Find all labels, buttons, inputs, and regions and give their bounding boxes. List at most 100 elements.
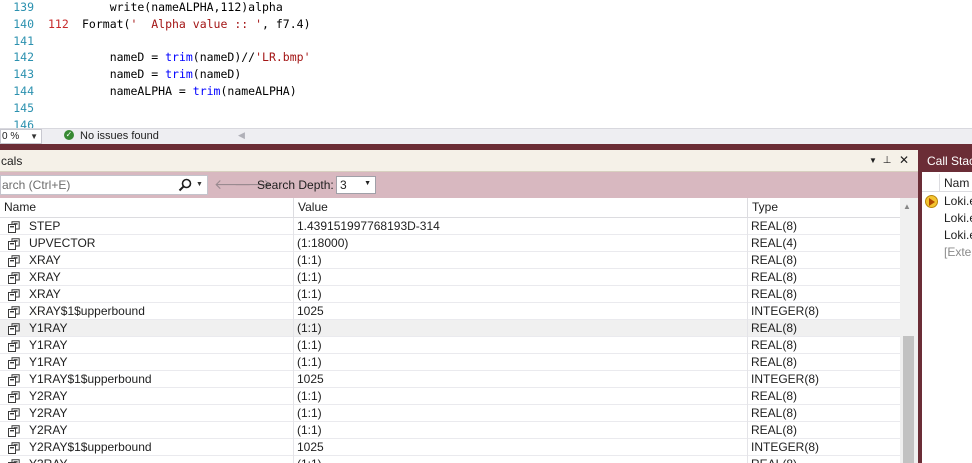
variable-value[interactable]: 1025 (297, 303, 745, 320)
local-variable-row[interactable]: Y1RAY$1$upperbound 1025 INTEGER(8) (0, 371, 900, 388)
variable-value[interactable]: 1025 (297, 371, 745, 388)
variable-value[interactable]: (1:1) (297, 422, 745, 439)
variable-value[interactable]: (1:1) (297, 252, 745, 269)
variable-name-cell[interactable]: Y2RAY$1$upperbound (0, 439, 293, 456)
variable-name-cell[interactable]: XRAY$1$upperbound (0, 303, 293, 320)
zoom-level-dropdown[interactable]: 0 % ▼ (0, 129, 42, 144)
variable-name-cell[interactable]: Y1RAY (0, 320, 293, 337)
variable-type: INTEGER(8) (751, 440, 820, 454)
variable-value[interactable]: 1.439151997768193D-314 (297, 218, 745, 235)
variable-value[interactable]: (1:1) (297, 320, 745, 337)
call-stack-frame[interactable]: Loki.e (922, 210, 972, 227)
line-number: 140 (13, 16, 34, 31)
code-text: nameD = trim(nameD)//'LR.bmp' (82, 49, 311, 65)
code-line[interactable]: 145 (0, 100, 972, 116)
code-keyword: trim (192, 84, 221, 98)
code-line[interactable]: 139 write(nameALPHA,112)alpha (0, 0, 972, 15)
line-number: 146 (13, 117, 34, 128)
code-keyword: trim (165, 50, 193, 65)
local-variable-row[interactable]: Y1RAY (1:1) REAL(8) (0, 320, 900, 337)
variable-value[interactable]: (1:1) (297, 337, 745, 354)
local-variable-row[interactable]: Y2RAY (1:1) REAL(8) (0, 388, 900, 405)
local-variable-row[interactable]: Y1RAY (1:1) REAL(8) (0, 354, 900, 371)
variable-value[interactable]: (1:18000) (297, 235, 745, 252)
variable-value[interactable]: (1:1) (297, 354, 745, 371)
local-variable-row[interactable]: Y2RAY (1:1) REAL(8) (0, 422, 900, 439)
variable-name-cell[interactable]: Y1RAY$1$upperbound (0, 371, 293, 388)
variable-name-cell[interactable]: Y2RAY (0, 388, 293, 405)
local-variable-row[interactable]: Y2RAY$1$upperbound 1025 INTEGER(8) (0, 439, 900, 456)
call-stack-frame[interactable]: Loki.e (922, 227, 972, 244)
code-line[interactable]: 144 nameALPHA = trim(nameALPHA) (0, 83, 972, 99)
variable-name-cell[interactable]: STEP (0, 218, 293, 235)
variable-name-cell[interactable]: XRAY (0, 286, 293, 303)
local-variable-row[interactable]: STEP 1.439151997768193D-314 REAL(8) (0, 218, 900, 235)
column-header-name[interactable]: Nam (944, 176, 969, 190)
code-token: Format( (82, 16, 131, 31)
variable-name-cell[interactable]: Y1RAY (0, 354, 293, 371)
local-variable-row[interactable]: XRAY (1:1) REAL(8) (0, 286, 900, 303)
variable-type: REAL(8) (751, 338, 798, 352)
window-options-icon[interactable]: ▼ (866, 153, 880, 168)
search-field[interactable]: ▼ (0, 175, 208, 195)
variable-name-cell[interactable]: Y1RAY (0, 337, 293, 354)
code-line[interactable]: 143 nameD = trim(nameD) (0, 66, 972, 82)
line-number: 143 (13, 67, 34, 82)
code-line[interactable]: 146 (0, 117, 972, 128)
vertical-scrollbar[interactable]: ▲ (900, 198, 918, 463)
variable-name-cell[interactable]: Y3RAY (0, 456, 293, 463)
code-editor[interactable]: 139 write(nameALPHA,112)alpha 140 112 Forma… (0, 0, 972, 128)
code-string: 'LR.bmp' (255, 50, 311, 65)
code-line[interactable]: 142 nameD = trim(nameD)//'LR.bmp' (0, 49, 972, 65)
variable-value[interactable]: 1025 (297, 439, 745, 456)
variable-value[interactable]: (1:1) (297, 456, 745, 463)
column-header-value[interactable]: Value (294, 198, 748, 218)
code-token: (nameD)// (192, 50, 256, 65)
column-separator (293, 439, 294, 456)
variable-name-cell[interactable]: XRAY (0, 252, 293, 269)
scroll-up-icon[interactable]: ▲ (903, 202, 911, 211)
call-stack-frame[interactable]: Loki.e (922, 193, 972, 210)
column-separator (747, 405, 748, 422)
local-variable-row[interactable]: Y3RAY (1:1) REAL(8) (0, 456, 900, 463)
variable-value[interactable]: (1:1) (297, 388, 745, 405)
variable-field-icon (8, 408, 20, 420)
local-variable-row[interactable]: XRAY$1$upperbound 1025 INTEGER(8) (0, 303, 900, 320)
column-header-type[interactable]: Type (748, 198, 900, 218)
call-stack-frame[interactable]: [Exter (922, 244, 972, 261)
issues-label: No issues found (80, 130, 159, 142)
code-token: nameALPHA = (82, 84, 193, 98)
search-icon[interactable] (178, 178, 192, 192)
local-variable-row[interactable]: XRAY (1:1) REAL(8) (0, 269, 900, 286)
scrollbar-thumb[interactable] (903, 336, 914, 463)
column-header-name[interactable]: Name (0, 198, 294, 218)
search-options-chevron-icon[interactable]: ▼ (196, 178, 203, 192)
variable-type: REAL(8) (751, 423, 798, 437)
local-variable-row[interactable]: Y1RAY (1:1) REAL(8) (0, 337, 900, 354)
variable-value[interactable]: (1:1) (297, 269, 745, 286)
column-separator (747, 371, 748, 388)
search-input[interactable] (2, 178, 172, 192)
code-text: write(nameALPHA,112)alpha (82, 0, 283, 15)
issues-indicator[interactable]: ✓ No issues found (64, 129, 159, 144)
code-line[interactable]: 140 112 Format(' Alpha value :: ', f7.4) (0, 16, 972, 32)
variable-type: REAL(8) (751, 406, 798, 420)
locals-title: cals (1, 154, 23, 168)
scroll-left-icon[interactable]: ◀ (238, 130, 245, 141)
current-frame-arrow-icon (925, 195, 938, 208)
pin-icon[interactable]: ⊥ (880, 153, 894, 168)
call-stack-grid-header: Nam (922, 174, 972, 192)
search-depth-select[interactable]: 3 ▼ (336, 176, 376, 194)
local-variable-row[interactable]: XRAY (1:1) REAL(8) (0, 252, 900, 269)
variable-value[interactable]: (1:1) (297, 286, 745, 303)
local-variable-row[interactable]: UPVECTOR (1:18000) REAL(4) (0, 235, 900, 252)
code-string: ' Alpha value :: ' (130, 16, 263, 31)
close-icon[interactable]: ✕ (897, 153, 911, 168)
code-line[interactable]: 141 (0, 33, 972, 49)
local-variable-row[interactable]: Y2RAY (1:1) REAL(8) (0, 405, 900, 422)
variable-name-cell[interactable]: Y2RAY (0, 405, 293, 422)
variable-name-cell[interactable]: Y2RAY (0, 422, 293, 439)
variable-value[interactable]: (1:1) (297, 405, 745, 422)
variable-name-cell[interactable]: XRAY (0, 269, 293, 286)
variable-name-cell[interactable]: UPVECTOR (0, 235, 293, 252)
